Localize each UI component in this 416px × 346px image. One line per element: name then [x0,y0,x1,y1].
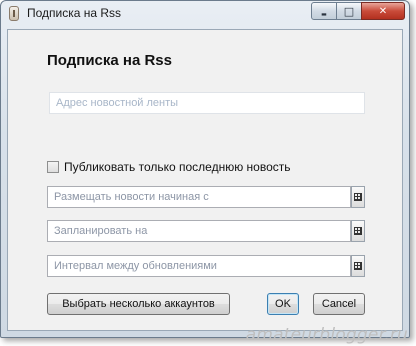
latest-only-checkbox[interactable] [47,161,59,173]
schedule-input[interactable]: Запланировать на [47,220,351,242]
start-date-input[interactable]: Размещать новости начиная с [47,186,351,208]
ok-button[interactable]: OK [267,293,299,315]
watermark: amateurblogger.ru [245,325,408,345]
minimize-icon: ▬ [321,10,327,18]
maximize-icon: □ [343,4,355,18]
window-title: Подписка на Rss [27,6,122,20]
title-bar[interactable]: Подписка на Rss ▬ □ ✕ [1,1,409,27]
schedule-picker-button[interactable] [351,220,365,242]
start-date-picker-button[interactable] [351,186,365,208]
latest-only-option[interactable]: Публиковать только последнюю новость [47,160,291,174]
calendar-icon [354,262,362,270]
interval-input[interactable]: Интервал между обновлениями [47,255,351,277]
latest-only-label: Публиковать только последнюю новость [64,160,291,174]
feed-url-input[interactable]: Адрес новостной ленты [49,92,365,114]
dialog-content: Подписка на Rss Адрес новостной ленты Пу… [7,29,403,331]
calendar-icon [354,227,362,235]
calendar-icon [354,193,362,201]
dialog-heading: Подписка на Rss [47,52,172,69]
window-controls: ▬ □ ✕ [311,2,405,20]
minimize-button[interactable]: ▬ [311,2,337,20]
select-accounts-button[interactable]: Выбрать несколько аккаунтов [47,293,230,315]
close-icon: ✕ [378,5,388,17]
cancel-button[interactable]: Cancel [313,293,365,315]
close-button[interactable]: ✕ [361,2,405,20]
rss-subscription-window: Подписка на Rss ▬ □ ✕ Подписка на Rss Ад… [0,0,410,338]
interval-picker-button[interactable] [351,255,365,277]
maximize-button[interactable]: □ [336,2,362,20]
app-icon [9,6,19,21]
